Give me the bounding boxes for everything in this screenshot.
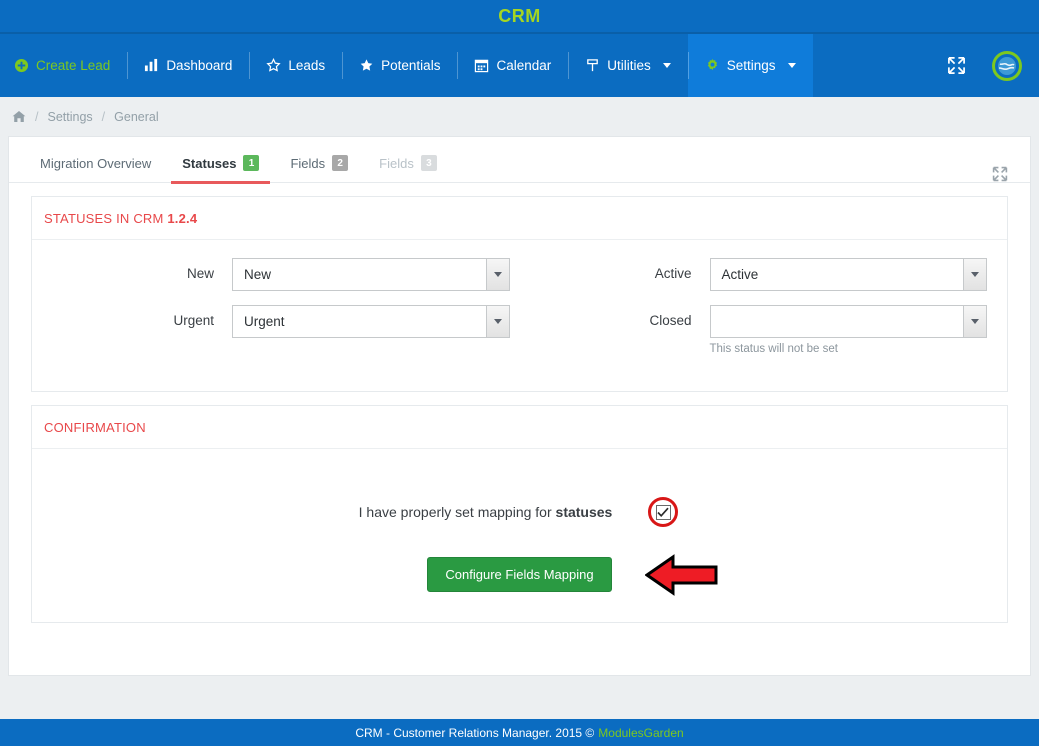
nav-label: Settings bbox=[726, 58, 776, 73]
status-field-closed: Closed This status will not be set bbox=[520, 305, 998, 355]
configure-fields-mapping-button[interactable]: Configure Fields Mapping bbox=[427, 557, 612, 592]
tab-fields-3: Fields 3 bbox=[368, 155, 448, 183]
status-select-new-value: New bbox=[244, 267, 272, 282]
calendar-icon bbox=[474, 58, 489, 73]
status-form-right-column: Active Active Closed This status will no… bbox=[520, 258, 998, 369]
statuses-panel: STATUSES IN CRM 1.2.4 New New Urgent Urg… bbox=[31, 196, 1008, 392]
breadcrumb-separator: / bbox=[35, 109, 39, 124]
tab-migration-overview[interactable]: Migration Overview bbox=[31, 156, 162, 183]
confirmation-panel-body: I have properly set mapping for statuses… bbox=[32, 449, 1007, 622]
status-select-new[interactable]: New bbox=[232, 258, 510, 291]
tab-badge: 3 bbox=[420, 155, 437, 171]
tab-badge: 2 bbox=[332, 155, 349, 171]
nav-item-dashboard[interactable]: Dashboard bbox=[127, 34, 249, 97]
confirmation-panel: CONFIRMATION I have properly set mapping… bbox=[31, 405, 1008, 623]
status-label-urgent: Urgent bbox=[173, 313, 214, 328]
status-field-new: New New bbox=[42, 258, 520, 291]
status-mapping-form: New New Urgent Urgent Active Active Clos… bbox=[42, 258, 997, 369]
status-label-active: Active bbox=[654, 266, 692, 281]
status-closed-help-text: This status will not be set bbox=[709, 343, 838, 355]
tab-label: Fields bbox=[379, 155, 414, 171]
confirmation-text: I have properly set mapping for statuses bbox=[359, 504, 613, 520]
nav-item-create-lead[interactable]: Create Lead bbox=[0, 34, 127, 97]
nav-label: Calendar bbox=[496, 58, 552, 73]
breadcrumb: / Settings / General bbox=[0, 97, 1039, 136]
tab-label: Statuses bbox=[182, 155, 237, 171]
footer-company-link[interactable]: ModulesGarden bbox=[598, 726, 683, 740]
confirmation-row: I have properly set mapping for statuses bbox=[42, 495, 997, 529]
brand-bar: CRM bbox=[0, 0, 1039, 34]
tab-badge: 1 bbox=[243, 155, 260, 171]
status-select-active-value: Active bbox=[721, 267, 759, 282]
statuses-panel-body: New New Urgent Urgent Active Active Clos… bbox=[32, 240, 1007, 391]
plus-circle-icon bbox=[14, 58, 29, 73]
statuses-panel-heading: STATUSES IN CRM 1.2.4 bbox=[32, 197, 1007, 240]
nav-label: Utilities bbox=[607, 58, 651, 73]
app-title: CRM bbox=[498, 5, 541, 26]
nav-item-calendar[interactable]: Calendar bbox=[457, 34, 568, 97]
chart-bar-icon bbox=[144, 58, 159, 73]
status-form-left-column: New New Urgent Urgent bbox=[42, 258, 520, 369]
status-field-urgent: Urgent Urgent bbox=[42, 305, 520, 338]
nav-item-utilities[interactable]: Utilities bbox=[568, 34, 688, 97]
tab-bar: Migration Overview Statuses 1 Fields 2 F… bbox=[9, 137, 1030, 184]
chevron-down-icon bbox=[963, 306, 986, 337]
nav-item-potentials[interactable]: Potentials bbox=[342, 34, 457, 97]
expand-arrows-icon[interactable] bbox=[992, 166, 1008, 182]
main-navigation: Create Lead Dashboard Leads Potentials C bbox=[0, 34, 1039, 97]
confirmation-checkbox-wrap bbox=[646, 495, 680, 529]
nav-item-settings[interactable]: Settings bbox=[687, 34, 813, 97]
star-filled-icon bbox=[359, 58, 374, 73]
chevron-down-icon bbox=[485, 259, 509, 290]
tab-label: Fields bbox=[290, 155, 326, 171]
nav-item-list: Create Lead Dashboard Leads Potentials C bbox=[0, 34, 813, 97]
nav-label: Potentials bbox=[381, 58, 441, 73]
confirmation-checkbox[interactable] bbox=[655, 504, 671, 520]
footer-text: CRM - Customer Relations Manager. 2015 © bbox=[355, 725, 595, 740]
status-select-urgent-value: Urgent bbox=[244, 314, 285, 329]
expand-arrows-icon[interactable] bbox=[947, 56, 966, 75]
tab-fields-2[interactable]: Fields 2 bbox=[279, 155, 359, 183]
status-label-new: New bbox=[186, 266, 214, 281]
chevron-down-icon bbox=[485, 306, 509, 337]
nav-label: Dashboard bbox=[166, 58, 233, 73]
status-select-urgent[interactable]: Urgent bbox=[232, 305, 510, 338]
gear-icon bbox=[705, 58, 720, 73]
globe-avatar-icon[interactable] bbox=[992, 50, 1022, 81]
breadcrumb-separator: / bbox=[101, 109, 106, 124]
status-select-closed[interactable] bbox=[709, 305, 987, 338]
chevron-down-icon bbox=[963, 259, 986, 290]
breadcrumb-item-settings[interactable]: Settings bbox=[47, 110, 92, 124]
statuses-heading-text: STATUSES IN CRM bbox=[44, 211, 164, 226]
check-icon bbox=[657, 507, 669, 517]
wrench-icon bbox=[585, 58, 600, 73]
home-icon[interactable] bbox=[12, 110, 26, 123]
confirmation-button-row: Configure Fields Mapping bbox=[42, 553, 997, 596]
chevron-down-icon bbox=[662, 63, 671, 68]
confirmation-panel-heading: CONFIRMATION bbox=[32, 406, 1007, 449]
confirmation-text-bold: statuses bbox=[555, 504, 613, 520]
status-select-active[interactable]: Active bbox=[709, 258, 987, 291]
nav-right-actions bbox=[947, 34, 1039, 97]
breadcrumb-item-general[interactable]: General bbox=[114, 110, 158, 124]
nav-item-leads[interactable]: Leads bbox=[249, 34, 342, 97]
confirmation-text-prefix: I have properly set mapping for bbox=[358, 504, 556, 520]
nav-label: Leads bbox=[288, 58, 326, 73]
star-outline-icon bbox=[266, 58, 281, 73]
nav-label: Create Lead bbox=[36, 58, 111, 73]
main-content-container: Migration Overview Statuses 1 Fields 2 F… bbox=[8, 136, 1031, 676]
status-label-closed: Closed bbox=[649, 313, 692, 328]
annotation-red-arrow-icon bbox=[644, 553, 719, 597]
page-footer: CRM - Customer Relations Manager. 2015 ©… bbox=[0, 719, 1039, 746]
tab-label: Migration Overview bbox=[40, 156, 152, 171]
statuses-heading-version: 1.2.4 bbox=[167, 211, 198, 226]
chevron-down-icon bbox=[787, 63, 796, 68]
status-field-active: Active Active bbox=[520, 258, 998, 291]
tab-statuses[interactable]: Statuses 1 bbox=[171, 155, 271, 184]
